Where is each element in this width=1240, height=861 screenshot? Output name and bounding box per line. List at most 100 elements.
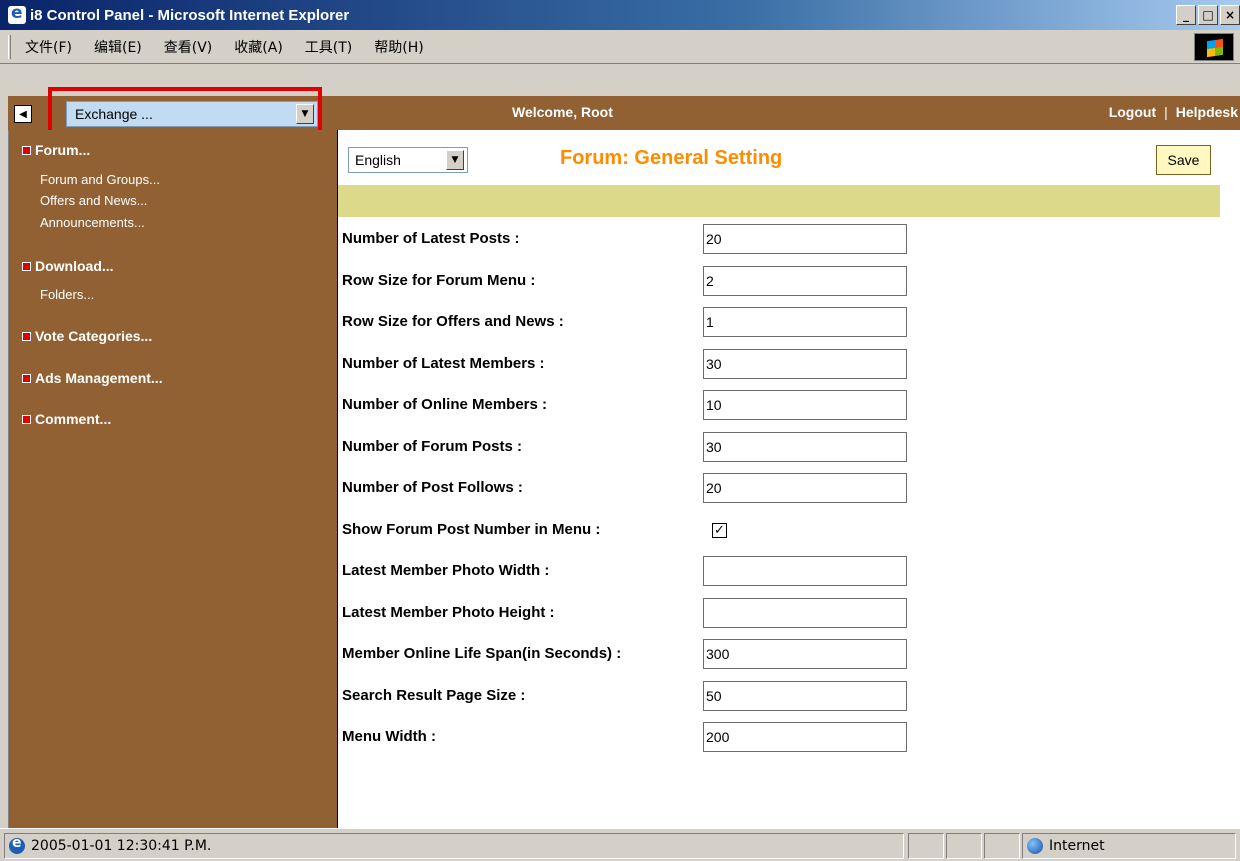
sidebar-link-announcements[interactable]: Announcements... [40, 215, 145, 230]
windows-logo-icon [1194, 33, 1234, 61]
menu-view[interactable]: 查看(V) [164, 37, 213, 57]
minimize-button[interactable]: _ [1176, 5, 1196, 25]
sidebar-link-offers-news[interactable]: Offers and News... [40, 193, 147, 208]
form-row-search-page-size: Search Result Page Size : 50 [342, 681, 922, 711]
form-row-online-members: Number of Online Members : 10 [342, 390, 922, 420]
globe-icon [1027, 838, 1043, 854]
zone-pane: Internet [1022, 833, 1236, 859]
latest-members-input[interactable]: 30 [703, 349, 907, 379]
language-select[interactable]: English ▼ [348, 147, 468, 173]
menu-width-input[interactable]: 200 [703, 722, 907, 752]
sidebar-link-forum-groups[interactable]: Forum and Groups... [40, 172, 160, 187]
form-row-offers-news-rows: Row Size for Offers and News : 1 [342, 307, 922, 337]
chevron-down-icon[interactable]: ▼ [446, 150, 464, 170]
forum-menu-row-size-input[interactable]: 2 [703, 266, 907, 296]
sidebar-section-vote[interactable]: Vote Categories... [22, 328, 152, 344]
menu-tools[interactable]: 工具(T) [305, 37, 352, 57]
page-title: Forum: General Setting [560, 147, 783, 169]
helpdesk-link[interactable]: Helpdesk [1176, 104, 1238, 120]
status-pane-empty [984, 833, 1020, 859]
sidebar-link-folders[interactable]: Folders... [40, 287, 94, 302]
offers-news-row-size-input[interactable]: 1 [703, 307, 907, 337]
form-row-latest-members: Number of Latest Members : 30 [342, 349, 922, 379]
form-row-online-life-span: Member Online Life Span(in Seconds) : 30… [342, 639, 922, 669]
sidebar-section-label: Ads Management... [35, 370, 163, 386]
sidebar-section-download[interactable]: Download... [22, 258, 114, 274]
form-row-show-post-number: Show Forum Post Number in Menu : ✓ [342, 515, 922, 545]
menu-edit[interactable]: 编辑(E) [94, 37, 142, 57]
field-label: Search Result Page Size : [342, 687, 526, 704]
bullet-square-icon [22, 331, 31, 341]
sidebar-section-label: Comment... [35, 411, 112, 427]
menu-bar: 文件(F) 编辑(E) 查看(V) 收藏(A) 工具(T) 帮助(H) [0, 30, 1240, 64]
sidebar-section-label: Download... [35, 258, 114, 274]
status-pane-empty [908, 833, 944, 859]
sidebar-section-comment[interactable]: Comment... [22, 411, 111, 427]
form-row-photo-height: Latest Member Photo Height : [342, 598, 922, 628]
form-row-forum-menu-rows: Row Size for Forum Menu : 2 [342, 266, 922, 296]
status-text: 2005-01-01 12:30:41 P.M. [31, 838, 212, 854]
page-icon [9, 835, 25, 854]
form-row-photo-width: Latest Member Photo Width : [342, 556, 922, 586]
field-label: Row Size for Offers and News : [342, 313, 564, 330]
welcome-text: Welcome, Root [512, 104, 613, 120]
form-row-post-follows: Number of Post Follows : 20 [342, 473, 922, 503]
sidebar-section-forum[interactable]: Forum... [22, 142, 90, 158]
online-members-input[interactable]: 10 [703, 390, 907, 420]
menu-help[interactable]: 帮助(H) [374, 37, 423, 57]
field-label: Member Online Life Span(in Seconds) : [342, 645, 622, 662]
field-label: Row Size for Forum Menu : [342, 272, 536, 289]
maximize-button[interactable]: □ [1198, 5, 1218, 25]
field-label: Number of Post Follows : [342, 479, 523, 496]
photo-width-input[interactable] [703, 556, 907, 586]
toolbar-grip[interactable] [8, 34, 11, 59]
status-bar: 2005-01-01 12:30:41 P.M. Internet [0, 828, 1240, 861]
show-post-number-checkbox[interactable]: ✓ [712, 523, 727, 538]
logout-link[interactable]: Logout [1109, 104, 1156, 120]
status-pane-empty [946, 833, 982, 859]
save-button[interactable]: Save [1156, 145, 1211, 175]
form-row-menu-width: Menu Width : 200 [342, 722, 922, 752]
window-controls: _ □ × [1176, 5, 1240, 25]
menu-favorites[interactable]: 收藏(A) [234, 37, 283, 57]
online-life-span-input[interactable]: 300 [703, 639, 907, 669]
field-label: Latest Member Photo Width : [342, 562, 550, 579]
latest-posts-input[interactable]: 20 [703, 224, 907, 254]
window-title-bar[interactable]: i8 Control Panel - Microsoft Internet Ex… [0, 0, 1240, 30]
field-label: Menu Width : [342, 728, 437, 745]
field-label: Number of Latest Members : [342, 355, 545, 372]
bullet-square-icon [22, 373, 31, 383]
field-label: Show Forum Post Number in Menu : [342, 521, 601, 538]
forum-posts-input[interactable]: 30 [703, 432, 907, 462]
sidebar-section-label: Forum... [35, 142, 91, 158]
bullet-square-icon [22, 261, 31, 271]
ie-icon [8, 3, 26, 24]
window-title: i8 Control Panel - Microsoft Internet Ex… [30, 6, 350, 24]
language-select-value: English [355, 152, 401, 168]
zone-label: Internet [1049, 838, 1105, 854]
search-page-size-input[interactable]: 50 [703, 681, 907, 711]
field-label: Latest Member Photo Height : [342, 604, 555, 621]
sidebar-section-ads[interactable]: Ads Management... [22, 370, 163, 386]
menu-file[interactable]: 文件(F) [25, 37, 72, 57]
status-text-pane: 2005-01-01 12:30:41 P.M. [4, 833, 904, 859]
left-edge [8, 130, 18, 828]
form-row-latest-posts: Number of Latest Posts : 20 [342, 224, 922, 254]
post-follows-input[interactable]: 20 [703, 473, 907, 503]
form-row-forum-posts: Number of Forum Posts : 30 [342, 432, 922, 462]
triangle-left-icon: ◀ [19, 108, 27, 120]
bullet-square-icon [22, 145, 31, 155]
bullet-square-icon [22, 414, 31, 424]
field-label: Number of Forum Posts : [342, 438, 523, 455]
link-separator: | [1164, 104, 1168, 120]
header-band [338, 185, 1220, 217]
main-content: English ▼ Forum: General Setting Save Nu… [338, 130, 1240, 828]
close-button[interactable]: × [1220, 5, 1240, 25]
photo-height-input[interactable] [703, 598, 907, 628]
field-label: Number of Online Members : [342, 396, 548, 413]
sidebar-section-label: Vote Categories... [35, 328, 153, 344]
field-label: Number of Latest Posts : [342, 230, 520, 247]
sidebar: Forum... Forum and Groups... Offers and … [18, 130, 338, 828]
top-links: Logout | Helpdesk [1109, 104, 1238, 120]
collapse-sidebar-button[interactable]: ◀ [14, 105, 32, 123]
